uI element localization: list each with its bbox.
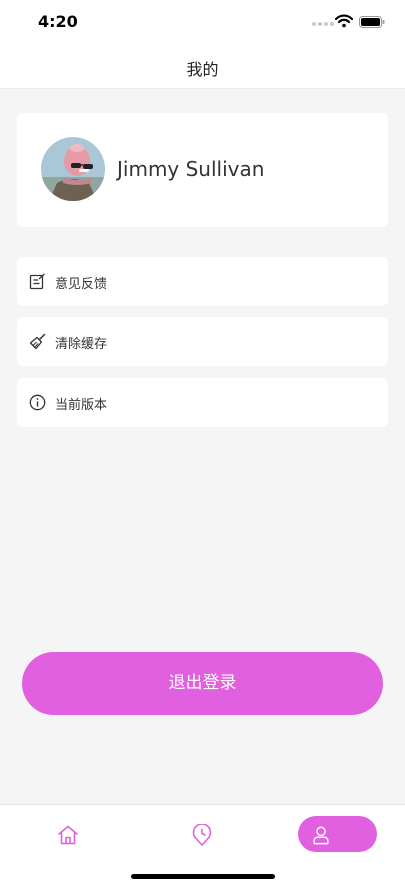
menu-item-clear-cache[interactable]: 清除缓存 (17, 317, 388, 366)
signal-icon (312, 22, 334, 26)
menu-item-version[interactable]: 当前版本 (17, 378, 388, 427)
broom-icon (29, 333, 46, 350)
battery-icon (359, 16, 385, 28)
status-time: 4:20 (38, 12, 78, 31)
tab-profile[interactable] (298, 816, 377, 852)
avatar[interactable] (41, 137, 105, 201)
edit-note-icon (29, 273, 45, 290)
clock-pin-icon (192, 824, 212, 846)
menu-item-label: 当前版本 (55, 398, 108, 413)
user-icon (313, 826, 329, 845)
status-bar: 4:20 (0, 0, 405, 44)
profile-name: Jimmy Sullivan (117, 157, 265, 181)
home-icon (58, 825, 78, 845)
wifi-icon (335, 14, 353, 28)
info-icon (29, 394, 46, 411)
menu-item-label: 意见反馈 (55, 277, 108, 292)
menu-item-feedback[interactable]: 意见反馈 (17, 257, 388, 306)
page-title: 我的 (186, 60, 219, 79)
home-indicator (131, 874, 275, 879)
profile-card[interactable]: Jimmy Sullivan (17, 113, 388, 227)
logout-button[interactable]: 退出登录 (22, 652, 383, 715)
menu-item-label: 清除缓存 (55, 337, 108, 352)
tab-home[interactable] (50, 817, 86, 853)
tab-history[interactable] (184, 817, 220, 853)
nav-bar: 我的 (0, 44, 405, 89)
